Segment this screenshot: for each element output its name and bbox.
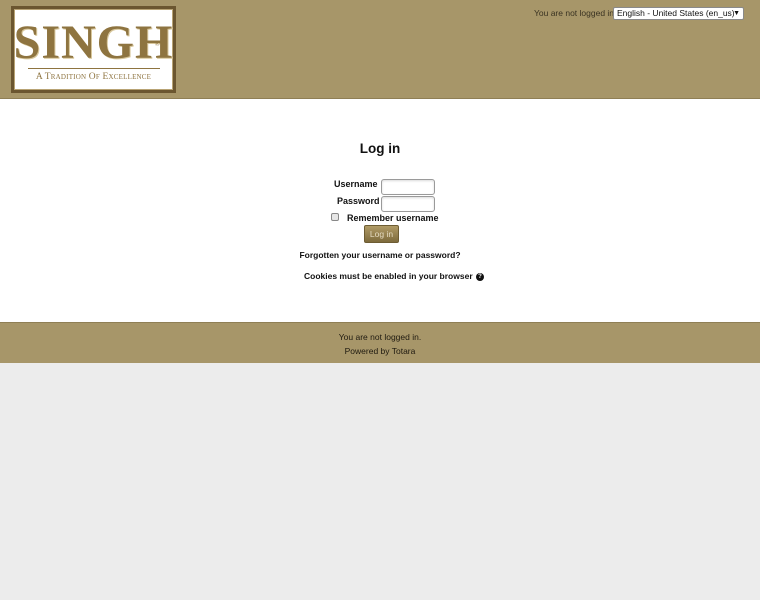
password-label: Password	[337, 196, 380, 206]
page-footer: You are not logged in. Powered by Totara	[0, 322, 760, 363]
page-header: SINGH ® A Tradition Of Excellence You ar…	[0, 0, 760, 99]
username-input[interactable]	[381, 179, 435, 195]
forgot-password-link[interactable]: Forgotten your username or password?	[0, 250, 760, 260]
header-login-status: You are not logged in.	[534, 8, 617, 18]
login-button[interactable]: Log in	[364, 225, 399, 243]
help-icon[interactable]: ?	[476, 272, 484, 281]
username-label: Username	[334, 179, 378, 189]
logo-registered-mark: ®	[154, 40, 160, 48]
password-input[interactable]	[381, 196, 435, 212]
logo-divider	[27, 67, 160, 69]
totara-link[interactable]: Totara	[392, 346, 416, 356]
chevron-down-icon: ▼	[733, 10, 740, 17]
login-page: Log in Username Password Remember userna…	[0, 99, 760, 322]
logo-wordmark: SINGH	[13, 15, 174, 69]
powered-by-text: Powered by	[344, 346, 390, 356]
logo-panel: SINGH ® A Tradition Of Excellence	[14, 9, 173, 90]
site-logo[interactable]: SINGH ® A Tradition Of Excellence	[11, 6, 176, 93]
cookies-text: Cookies must be enabled in your browser	[304, 271, 473, 281]
language-select[interactable]: English - United States (en_us) ▼	[613, 7, 744, 20]
remember-username-checkbox[interactable]	[331, 213, 339, 221]
language-selected-value: English - United States (en_us)	[617, 8, 735, 18]
cookies-notice: Cookies must be enabled in your browser …	[304, 271, 484, 281]
footer-login-status: You are not logged in.	[338, 332, 422, 342]
page-title: Log in	[359, 141, 401, 156]
footer-powered-by: Powered by Totara	[0, 346, 760, 356]
logo-tagline: A Tradition Of Excellence	[35, 71, 152, 82]
remember-username-label[interactable]: Remember username	[347, 213, 439, 223]
